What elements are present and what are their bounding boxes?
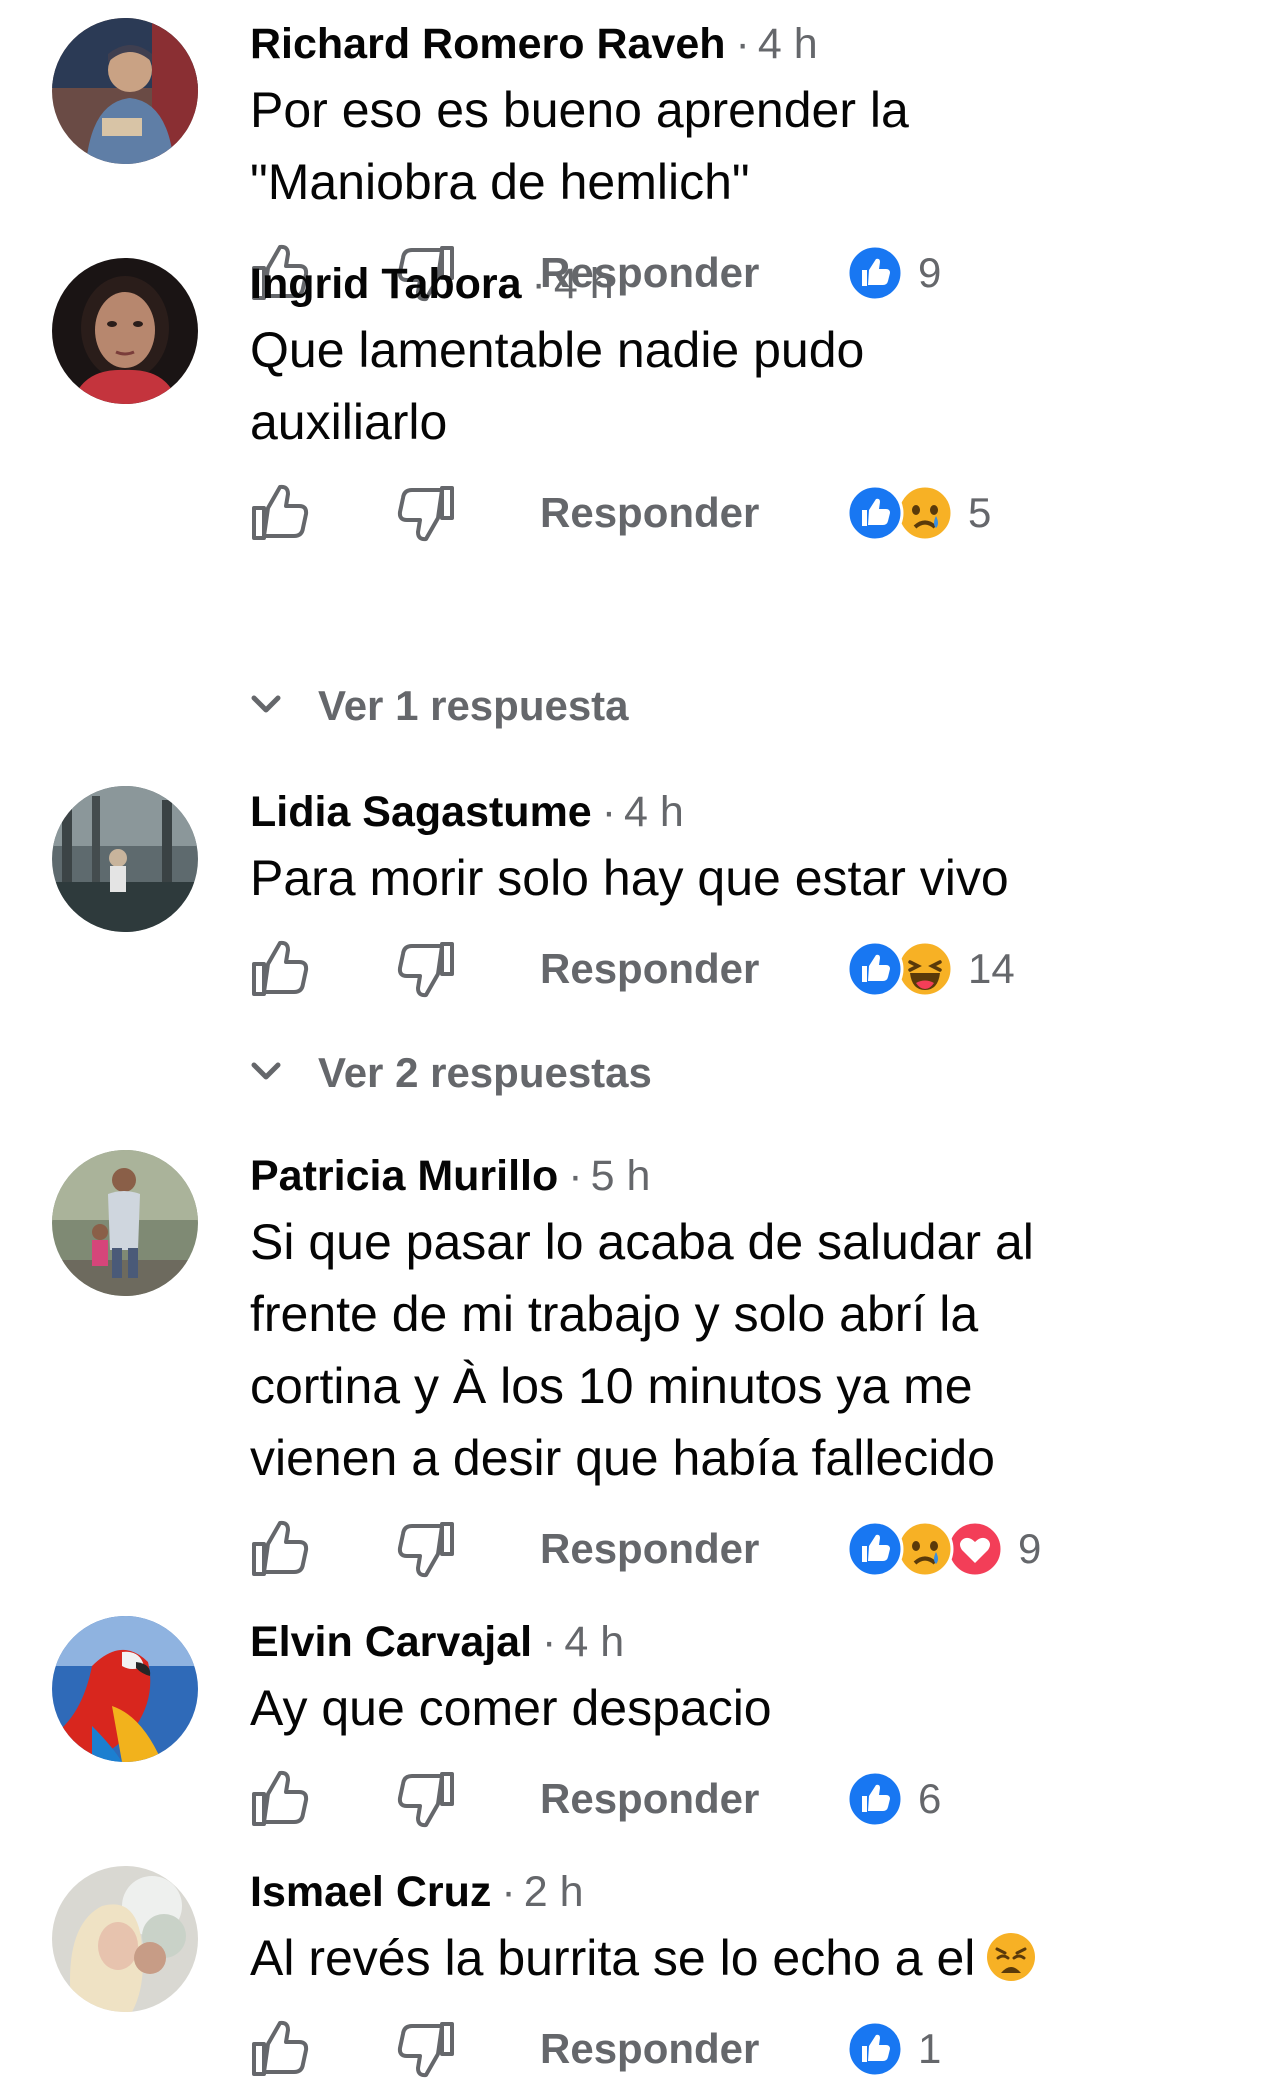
like-reaction-icon: [846, 1520, 904, 1578]
reaction-count: 6: [918, 1775, 942, 1822]
love-reaction-icon: [946, 1520, 1004, 1578]
comment-actions: Responder 5: [250, 478, 1250, 548]
comment-time[interactable]: 4 h: [554, 260, 614, 308]
sad-reaction-icon: [896, 484, 954, 542]
like-reaction-icon: [846, 940, 904, 998]
comment-time[interactable]: 4 h: [564, 1618, 624, 1666]
comment-text: Que lamentable nadie pudo auxiliarlo: [250, 314, 1250, 458]
reaction-summary[interactable]: 6: [846, 1770, 941, 1828]
comment-text-line: Para morir solo hay que estar vivo: [250, 850, 1009, 906]
reaction-count: 14: [968, 945, 1015, 992]
reply-button[interactable]: Responder: [540, 934, 759, 1004]
view-replies-label: Ver 2 respuestas: [318, 1049, 652, 1096]
dislike-button[interactable]: [396, 1520, 456, 1578]
thumbs-down-icon: [397, 1522, 454, 1578]
like-reaction-icon: [846, 2020, 904, 2078]
like-button[interactable]: [250, 2020, 310, 2078]
thumbs-up-icon: [252, 1520, 309, 1576]
comment-author[interactable]: Ingrid Tabora: [250, 260, 522, 308]
comment-actions: Responder 6: [250, 1764, 1250, 1834]
comment-text-line: Que lamentable nadie pudo: [250, 322, 865, 378]
comment-text: Ay que comer despacio: [250, 1672, 1250, 1744]
comment-time[interactable]: 4 h: [758, 20, 818, 68]
comment-time[interactable]: 5 h: [591, 1152, 651, 1200]
like-button[interactable]: [250, 1520, 310, 1578]
comment-text-line: Si que pasar lo acaba de saludar al: [250, 1214, 1034, 1270]
avatar[interactable]: [52, 786, 198, 932]
dislike-button[interactable]: [396, 2020, 456, 2078]
thumbs-down-icon: [397, 486, 454, 542]
comment-time[interactable]: 4 h: [624, 788, 684, 836]
like-button[interactable]: [250, 940, 310, 998]
comment-text-line: vienen a desir que había fallecido: [250, 1430, 995, 1486]
thumbs-up-icon: [252, 940, 309, 996]
like-button[interactable]: [250, 484, 310, 542]
reply-button[interactable]: Responder: [540, 2014, 759, 2084]
avatar[interactable]: [52, 258, 198, 404]
reply-button[interactable]: Responder: [540, 478, 759, 548]
reply-button[interactable]: Responder: [540, 1514, 759, 1584]
view-replies-link[interactable]: Ver 2 respuestas: [250, 1043, 652, 1103]
comment-text-line: Al revés la burrita se lo echo a el: [250, 1922, 1250, 1994]
like-reaction-icon: [846, 484, 904, 542]
comment-list: Richard Romero Raveh · 4 h Por eso es buen…: [0, 0, 1280, 2099]
view-replies-link[interactable]: Ver 1 respuesta: [250, 676, 629, 736]
haha-reaction-icon: [896, 940, 954, 998]
avatar[interactable]: [52, 18, 198, 164]
reaction-summary[interactable]: 9: [846, 1520, 1041, 1578]
sad-reaction-icon: [896, 1520, 954, 1578]
reaction-count: 5: [968, 489, 992, 536]
reaction-count: 1: [918, 2025, 942, 2072]
reaction-summary[interactable]: 14: [846, 940, 1015, 998]
chevron-down-icon: [251, 695, 281, 713]
comment-time[interactable]: 2 h: [524, 1868, 584, 1916]
reaction-count: 9: [1018, 1525, 1042, 1572]
comment-author[interactable]: Elvin Carvajal: [250, 1618, 532, 1666]
comment-actions: Responder 1: [250, 2014, 1250, 2084]
thumbs-up-icon: [252, 484, 309, 540]
comment-text: Para morir solo hay que estar vivo: [250, 842, 1250, 914]
reaction-summary[interactable]: 5: [846, 484, 991, 542]
reply-button[interactable]: Responder: [540, 1764, 759, 1834]
comment-author[interactable]: Richard Romero Raveh: [250, 20, 726, 68]
thumbs-down-icon: [397, 2022, 454, 2078]
dislike-button[interactable]: [396, 484, 456, 542]
avatar[interactable]: [52, 1866, 198, 2012]
separator-dot: ·: [501, 1868, 516, 1916]
comment-text-content: Al revés la burrita se lo echo a el: [250, 1930, 976, 1986]
weary-face-icon: [987, 1933, 1036, 1981]
comment-author[interactable]: Lidia Sagastume: [250, 788, 592, 836]
comment-text-line: cortina y À los 10 minutos ya me: [250, 1358, 973, 1414]
chevron-down-icon: [251, 1062, 281, 1080]
separator-dot: ·: [531, 260, 546, 308]
like-reaction-icon: [846, 1770, 904, 1828]
dislike-button[interactable]: [396, 940, 456, 998]
reaction-summary[interactable]: 1: [846, 2020, 941, 2078]
dislike-button[interactable]: [396, 1770, 456, 1828]
thumbs-down-icon: [397, 1772, 454, 1828]
comment-text-line: Por eso es bueno aprender la: [250, 82, 909, 138]
comment-text-line: Ay que comer despacio: [250, 1680, 772, 1736]
comment-text-line: "Maniobra de hemlich": [250, 154, 750, 210]
separator-dot: ·: [542, 1618, 557, 1666]
comment-text: Por eso es bueno aprender la "Maniobra d…: [250, 74, 1250, 218]
comment-text-line: auxiliarlo: [250, 394, 448, 450]
comment-text: Al revés la burrita se lo echo a el: [250, 1922, 1250, 1994]
like-button[interactable]: [250, 1770, 310, 1828]
comment-actions: Responder 14: [250, 934, 1250, 1004]
view-replies-label: Ver 1 respuesta: [318, 682, 629, 729]
separator-dot: ·: [735, 20, 750, 68]
thumbs-up-icon: [252, 1770, 309, 1826]
comment-text: Si que pasar lo acaba de saludar al fren…: [250, 1206, 1250, 1494]
avatar[interactable]: [52, 1150, 198, 1296]
comment-author[interactable]: Ismael Cruz: [250, 1868, 491, 1916]
thumbs-up-icon: [252, 2020, 309, 2076]
thumbs-down-icon: [397, 942, 454, 998]
comment-actions: Responder 9: [250, 1514, 1250, 1584]
separator-dot: ·: [568, 1152, 583, 1200]
comment-text-line: frente de mi trabajo y solo abrí la: [250, 1286, 979, 1342]
avatar[interactable]: [52, 1616, 198, 1762]
comment-author[interactable]: Patricia Murillo: [250, 1152, 558, 1200]
separator-dot: ·: [601, 788, 617, 836]
